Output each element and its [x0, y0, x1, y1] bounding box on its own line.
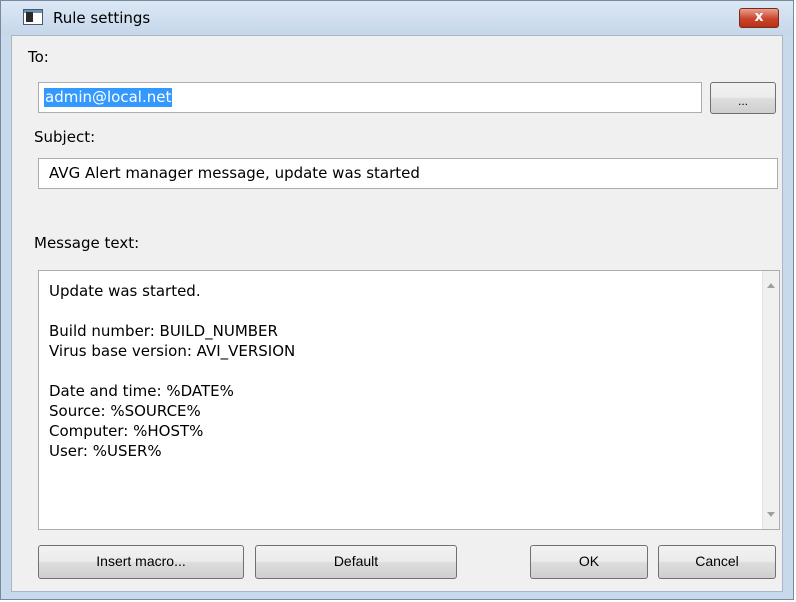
- message-line: [49, 301, 749, 321]
- dialog-content: To: admin@local.net ... Subject: AVG Ale…: [11, 35, 783, 592]
- message-line: Date and time: %DATE%: [49, 382, 234, 400]
- title-bar[interactable]: Rule settings x: [1, 1, 793, 35]
- message-text-content: Update was started. Build number: BUILD_N…: [49, 281, 749, 461]
- browse-recipients-button[interactable]: ...: [710, 82, 776, 114]
- scroll-down-icon[interactable]: [767, 512, 775, 517]
- to-value: admin@local.net: [44, 88, 173, 107]
- message-line: [49, 361, 749, 381]
- message-line: Virus base version: AVI_VERSION: [49, 342, 296, 360]
- to-label: To:: [28, 48, 49, 66]
- window-title: Rule settings: [53, 9, 151, 27]
- message-line: Computer: %HOST%: [49, 422, 204, 440]
- cancel-button[interactable]: Cancel: [658, 545, 776, 579]
- message-line: User: %USER%: [49, 442, 162, 460]
- close-button[interactable]: x: [739, 8, 779, 28]
- window-app-icon: [23, 9, 43, 25]
- message-text-label: Message text:: [34, 234, 140, 252]
- scroll-up-icon[interactable]: [767, 283, 775, 288]
- vertical-scrollbar[interactable]: [762, 271, 779, 529]
- message-line: Build number: BUILD_NUMBER: [49, 322, 278, 340]
- insert-macro-button[interactable]: Insert macro...: [38, 545, 244, 579]
- ok-button[interactable]: OK: [530, 545, 648, 579]
- default-button[interactable]: Default: [255, 545, 457, 579]
- message-line: Update was started.: [49, 282, 201, 300]
- subject-label: Subject:: [34, 128, 96, 146]
- message-line: Source: %SOURCE%: [49, 402, 201, 420]
- close-icon: x: [754, 9, 764, 25]
- subject-value: AVG Alert manager message, update was st…: [49, 164, 420, 182]
- message-textarea[interactable]: Update was started. Build number: BUILD_N…: [38, 270, 780, 530]
- to-input[interactable]: admin@local.net: [38, 82, 702, 113]
- rule-settings-dialog: Rule settings x To: admin@local.net ... …: [0, 0, 794, 600]
- subject-input[interactable]: AVG Alert manager message, update was st…: [38, 158, 778, 189]
